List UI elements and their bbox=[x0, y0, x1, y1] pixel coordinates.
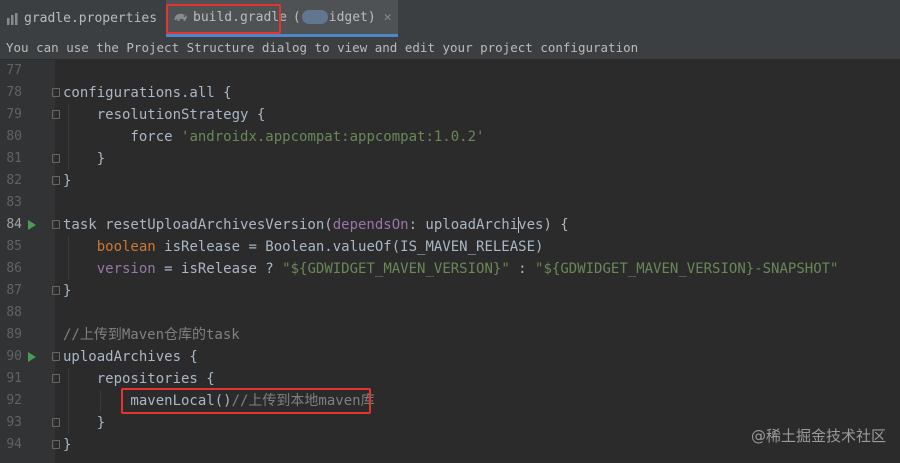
module-suffix: idget) bbox=[328, 9, 376, 25]
code-line[interactable]: 81 } bbox=[0, 148, 900, 170]
code-line[interactable]: 86 version = isRelease ? "${GDWIDGET_MAV… bbox=[0, 258, 900, 280]
code-token: : uploadArchi bbox=[408, 217, 519, 233]
run-icon[interactable] bbox=[28, 352, 36, 362]
comment-text: //上传到Maven仓库的task bbox=[63, 327, 240, 343]
line-number: 86 bbox=[6, 261, 22, 276]
code-text: } bbox=[63, 151, 106, 167]
fold-icon[interactable] bbox=[52, 176, 60, 185]
fold-icon[interactable] bbox=[52, 154, 60, 163]
line-number: 78 bbox=[6, 85, 22, 100]
highlight-box-mavenlocal bbox=[121, 388, 371, 414]
line-number: 93 bbox=[6, 415, 22, 430]
code-text: repositories { bbox=[63, 371, 215, 387]
gradle-properties-icon bbox=[7, 12, 18, 25]
line-number: 82 bbox=[6, 173, 22, 188]
code-token: isRelease = Boolean.valueOf(IS_MAVEN_REL… bbox=[155, 239, 544, 255]
line-number: 91 bbox=[6, 371, 22, 386]
fold-icon[interactable] bbox=[52, 88, 60, 97]
fold-icon[interactable] bbox=[52, 440, 60, 449]
string-literal: 'androidx.appcompat:appcompat:1.0.2' bbox=[181, 129, 485, 145]
code-line[interactable]: 91 repositories { bbox=[0, 368, 900, 390]
line-number: 81 bbox=[6, 151, 22, 166]
code-text: } bbox=[63, 283, 72, 299]
code-line[interactable]: 83 bbox=[0, 192, 900, 214]
code-line[interactable]: 88 bbox=[0, 302, 900, 324]
code-line[interactable]: 79 resolutionStrategy { bbox=[0, 104, 900, 126]
fold-icon[interactable] bbox=[52, 418, 60, 427]
line-number: 92 bbox=[6, 393, 22, 408]
fold-icon[interactable] bbox=[52, 220, 60, 229]
string-literal: "${GDWIDGET_MAVEN_VERSION}" bbox=[282, 261, 510, 277]
line-number: 77 bbox=[6, 63, 22, 78]
line-number: 89 bbox=[6, 327, 22, 342]
line-number: 94 bbox=[6, 437, 22, 452]
code-token: force bbox=[63, 129, 182, 145]
code-token: : bbox=[509, 261, 536, 277]
code-text: } bbox=[63, 415, 106, 431]
code-text: } bbox=[63, 173, 72, 189]
code-line[interactable]: 78 configurations.all { bbox=[0, 82, 900, 104]
keyword: boolean bbox=[96, 239, 156, 255]
code-text: force 'androidx.appcompat:appcompat:1.0.… bbox=[63, 126, 484, 148]
line-number: 87 bbox=[6, 283, 22, 298]
line-number: 84 bbox=[6, 217, 22, 232]
tab-module-label: ( idget) bbox=[293, 10, 376, 25]
watermark: @稀土掘金技术社区 bbox=[750, 427, 886, 445]
string-literal: -SNAPSHOT" bbox=[754, 261, 839, 277]
editor-tab-bar: gradle.properties ✕ build.gradle (idget)… bbox=[0, 0, 900, 38]
code-text: resolutionStrategy { bbox=[63, 107, 266, 123]
fold-icon[interactable] bbox=[52, 110, 60, 119]
code-line[interactable]: 89 //上传到Maven仓库的task bbox=[0, 324, 900, 346]
code-line[interactable]: 77 bbox=[0, 60, 900, 82]
code-token: = isRelease ? bbox=[155, 261, 283, 277]
code-line[interactable]: 90 uploadArchives { bbox=[0, 346, 900, 368]
code-token: ves) { bbox=[518, 217, 569, 233]
line-number: 79 bbox=[6, 107, 22, 122]
code-line[interactable]: 84 task resetUploadArchivesVersion(depen… bbox=[0, 214, 900, 236]
code-text: configurations.all { bbox=[63, 85, 232, 101]
fold-icon[interactable] bbox=[52, 352, 60, 361]
property: version bbox=[96, 261, 156, 277]
tab-gradle-properties[interactable]: gradle.properties ✕ bbox=[6, 0, 173, 37]
string-literal: "${GDWIDGET_MAVEN_VERSION} bbox=[535, 261, 755, 277]
code-text: boolean isRelease = Boolean.valueOf(IS_M… bbox=[63, 236, 544, 258]
line-number: 90 bbox=[6, 349, 22, 364]
line-number: 83 bbox=[6, 195, 22, 210]
line-number: 88 bbox=[6, 305, 22, 320]
module-prefix: ( bbox=[292, 9, 301, 25]
code-line[interactable]: 87 } bbox=[0, 280, 900, 302]
line-number: 80 bbox=[6, 129, 22, 144]
blurred-region bbox=[301, 10, 328, 24]
tab-label: gradle.properties bbox=[24, 11, 158, 26]
close-icon[interactable]: ✕ bbox=[384, 10, 392, 25]
run-icon[interactable] bbox=[28, 220, 36, 230]
code-line[interactable]: 82 } bbox=[0, 170, 900, 192]
highlight-box-tab bbox=[166, 4, 281, 34]
fold-icon[interactable] bbox=[52, 286, 60, 295]
code-text: } bbox=[63, 437, 72, 453]
project-structure-info-bar: You can use the Project Structure dialog… bbox=[0, 37, 900, 60]
code-token: task resetUploadArchivesVersion( bbox=[63, 217, 333, 233]
code-text: task resetUploadArchivesVersion(dependsO… bbox=[63, 214, 569, 236]
named-parameter: dependsOn bbox=[332, 217, 409, 233]
code-line[interactable]: 85 boolean isRelease = Boolean.valueOf(I… bbox=[0, 236, 900, 258]
line-number: 85 bbox=[6, 239, 22, 254]
fold-icon[interactable] bbox=[52, 374, 60, 383]
code-text: version = isRelease ? "${GDWIDGET_MAVEN_… bbox=[63, 258, 839, 280]
code-text: uploadArchives { bbox=[63, 349, 198, 365]
code-line[interactable]: 80 force 'androidx.appcompat:appcompat:1… bbox=[0, 126, 900, 148]
